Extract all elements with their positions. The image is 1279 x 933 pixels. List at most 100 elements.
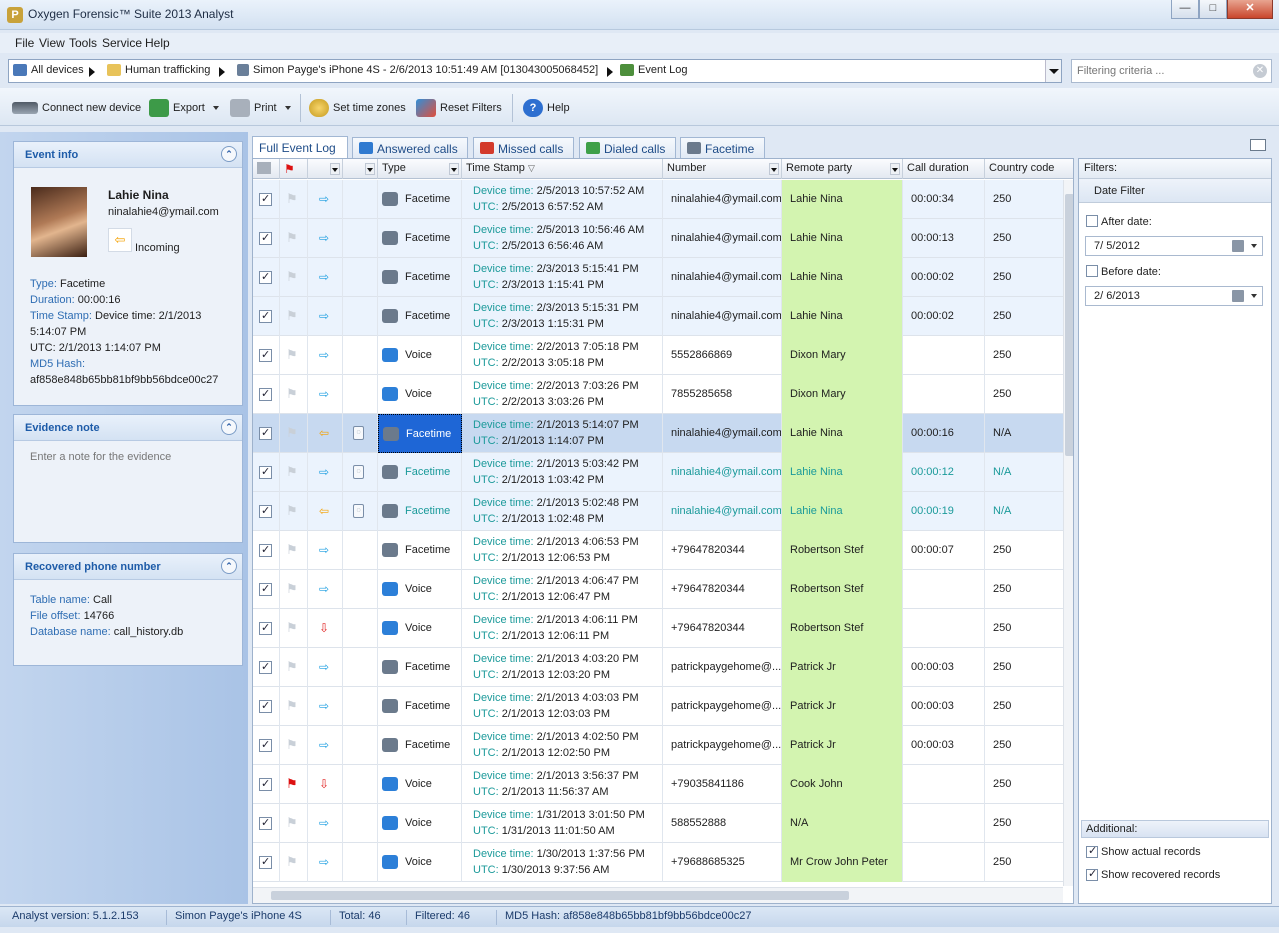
row-type-cell[interactable]: Facetime bbox=[378, 687, 462, 726]
column-dropdown-icon[interactable] bbox=[769, 163, 779, 175]
flag-column-header[interactable]: ⚑ bbox=[280, 159, 308, 179]
row-checkbox[interactable] bbox=[259, 270, 272, 284]
menu-help[interactable]: Help bbox=[145, 36, 170, 50]
breadcrumb-case[interactable]: Human trafficking bbox=[107, 64, 210, 76]
row-type-cell[interactable]: Facetime bbox=[378, 453, 462, 492]
table-row[interactable]: ⚑ ⇨ FacetimeDevice time: 2/1/2013 4:06:53 … bbox=[253, 531, 1063, 570]
flag-icon[interactable]: ⚑ bbox=[286, 542, 298, 558]
row-type-cell[interactable]: Voice bbox=[378, 609, 462, 648]
flag-icon[interactable]: ⚑ bbox=[286, 503, 298, 519]
row-type-cell[interactable]: Facetime bbox=[378, 726, 462, 765]
type-column-header[interactable]: Type bbox=[378, 159, 462, 179]
column-dropdown-icon[interactable] bbox=[890, 163, 900, 175]
breadcrumb-dropdown-button[interactable] bbox=[1045, 60, 1061, 82]
breadcrumb[interactable]: All devices Human trafficking Simon Payg… bbox=[8, 59, 1062, 83]
flag-icon[interactable]: ⚑ bbox=[286, 308, 298, 324]
row-type-cell[interactable]: Facetime bbox=[378, 648, 462, 687]
row-type-cell[interactable]: Facetime bbox=[378, 219, 462, 258]
row-checkbox[interactable] bbox=[259, 192, 272, 206]
minimize-button[interactable]: — bbox=[1171, 0, 1199, 19]
row-checkbox[interactable] bbox=[259, 426, 272, 440]
breadcrumb-separator-icon[interactable] bbox=[607, 67, 613, 77]
vertical-scrollbar[interactable] bbox=[1063, 180, 1073, 886]
row-type-cell[interactable]: Voice bbox=[378, 765, 462, 804]
flag-icon[interactable]: ⚑ bbox=[286, 815, 298, 831]
table-row[interactable]: ⚑ ⇨ VoiceDevice time: 1/31/2013 3:01:50 PM… bbox=[253, 804, 1063, 843]
row-checkbox[interactable] bbox=[259, 348, 272, 362]
help-button[interactable]: ? Help bbox=[523, 98, 570, 118]
table-row[interactable]: ⚑ ⇨ VoiceDevice time: 2/2/2013 7:03:26 PMU… bbox=[253, 375, 1063, 414]
row-checkbox[interactable] bbox=[259, 816, 272, 830]
clear-filter-icon[interactable]: ✕ bbox=[1253, 64, 1267, 78]
menu-service[interactable]: Service bbox=[102, 36, 142, 50]
before-date-checkbox[interactable] bbox=[1086, 265, 1098, 277]
horizontal-scrollbar[interactable] bbox=[253, 887, 1063, 903]
row-type-cell[interactable]: Voice bbox=[378, 843, 462, 882]
call-duration-column-header[interactable]: Call duration bbox=[903, 159, 985, 179]
row-type-cell[interactable]: Facetime bbox=[378, 492, 462, 531]
table-row[interactable]: ⚑ ⇩ VoiceDevice time: 2/1/2013 3:56:37 PMU… bbox=[253, 765, 1063, 804]
vertical-scroll-thumb[interactable] bbox=[1065, 194, 1073, 456]
table-row[interactable]: ⚑ ⇦ ◌ FacetimeDevice time: 2/1/2013 5:02:48… bbox=[253, 492, 1063, 531]
tab-full-event-log[interactable]: Full Event Log bbox=[252, 136, 348, 158]
row-checkbox[interactable] bbox=[259, 231, 272, 245]
remote-party-column-header[interactable]: Remote party bbox=[782, 159, 903, 179]
flag-icon[interactable]: ⚑ bbox=[286, 347, 298, 363]
connect-device-button[interactable]: Connect new device bbox=[12, 98, 141, 118]
row-type-cell[interactable]: Facetime bbox=[378, 414, 462, 453]
row-checkbox[interactable] bbox=[259, 777, 272, 791]
row-checkbox[interactable] bbox=[259, 465, 272, 479]
tab-facetime[interactable]: Facetime bbox=[680, 137, 765, 158]
row-type-cell[interactable]: Voice bbox=[378, 570, 462, 609]
table-row[interactable]: ⚑ ⇨ VoiceDevice time: 1/30/2013 1:37:56 PM… bbox=[253, 843, 1063, 882]
export-button[interactable]: Export bbox=[149, 98, 219, 118]
print-column-header[interactable] bbox=[253, 159, 280, 179]
column-dropdown-icon[interactable] bbox=[365, 163, 375, 175]
deleted-column-header[interactable] bbox=[343, 159, 378, 179]
print-dropdown-icon[interactable] bbox=[284, 106, 291, 110]
column-dropdown-icon[interactable] bbox=[330, 163, 340, 175]
flag-icon[interactable]: ⚑ bbox=[286, 230, 298, 246]
breadcrumb-device[interactable]: Simon Payge's iPhone 4S - 2/6/2013 10:51… bbox=[237, 64, 598, 76]
collapse-icon[interactable]: ⌃ bbox=[221, 419, 237, 435]
breadcrumb-all-devices[interactable]: All devices bbox=[13, 64, 84, 76]
breadcrumb-separator-icon[interactable] bbox=[219, 67, 225, 77]
tab-answered-calls[interactable]: Answered calls bbox=[352, 137, 468, 158]
table-row[interactable]: ⚑ ⇨ FacetimeDevice time: 2/3/2013 5:15:41 … bbox=[253, 258, 1063, 297]
row-checkbox[interactable] bbox=[259, 309, 272, 323]
direction-column-header[interactable] bbox=[308, 159, 343, 179]
row-type-cell[interactable]: Facetime bbox=[378, 258, 462, 297]
flag-icon[interactable]: ⚑ bbox=[286, 659, 298, 675]
flag-icon[interactable]: ⚑ bbox=[286, 191, 298, 207]
breadcrumb-event-log[interactable]: Event Log bbox=[620, 64, 688, 76]
reset-filters-button[interactable]: Reset Filters bbox=[416, 98, 502, 118]
column-dropdown-icon[interactable] bbox=[449, 163, 459, 175]
row-type-cell[interactable]: Facetime bbox=[378, 180, 462, 219]
row-checkbox[interactable] bbox=[259, 387, 272, 401]
table-row[interactable]: ⚑ ⇨ FacetimeDevice time: 2/5/2013 10:56:46… bbox=[253, 219, 1063, 258]
breadcrumb-separator-icon[interactable] bbox=[89, 67, 95, 77]
row-checkbox[interactable] bbox=[259, 855, 272, 869]
flag-icon[interactable]: ⚑ bbox=[286, 464, 298, 480]
table-row[interactable]: ⚑ ⇨ FacetimeDevice time: 2/3/2013 5:15:31 … bbox=[253, 297, 1063, 336]
menu-view[interactable]: View bbox=[39, 36, 65, 50]
chevron-down-icon[interactable] bbox=[1251, 294, 1257, 298]
row-checkbox[interactable] bbox=[259, 699, 272, 713]
collapse-icon[interactable]: ⌃ bbox=[221, 558, 237, 574]
filter-input[interactable] bbox=[1071, 59, 1272, 83]
row-checkbox[interactable] bbox=[259, 504, 272, 518]
maximize-button[interactable]: □ bbox=[1199, 0, 1227, 19]
row-checkbox[interactable] bbox=[259, 582, 272, 596]
row-type-cell[interactable]: Voice bbox=[378, 375, 462, 414]
table-row[interactable]: ⚑ ⇨ ◌ FacetimeDevice time: 2/1/2013 5:03:42… bbox=[253, 453, 1063, 492]
calendar-icon[interactable] bbox=[1232, 240, 1244, 252]
table-row[interactable]: ⚑ ⇨ FacetimeDevice time: 2/1/2013 4:02:50 … bbox=[253, 726, 1063, 765]
flag-icon[interactable]: ⚑ bbox=[286, 737, 298, 753]
timestamp-column-header[interactable]: Time Stamp ▽ bbox=[462, 159, 663, 179]
row-type-cell[interactable]: Facetime bbox=[378, 531, 462, 570]
before-date-picker[interactable]: 2/ 6/2013 bbox=[1085, 286, 1263, 306]
flag-icon[interactable]: ⚑ bbox=[286, 620, 298, 636]
flag-icon[interactable]: ⚑ bbox=[286, 776, 298, 792]
print-button[interactable]: Print bbox=[230, 98, 291, 118]
country-code-column-header[interactable]: Country code bbox=[985, 159, 1073, 179]
